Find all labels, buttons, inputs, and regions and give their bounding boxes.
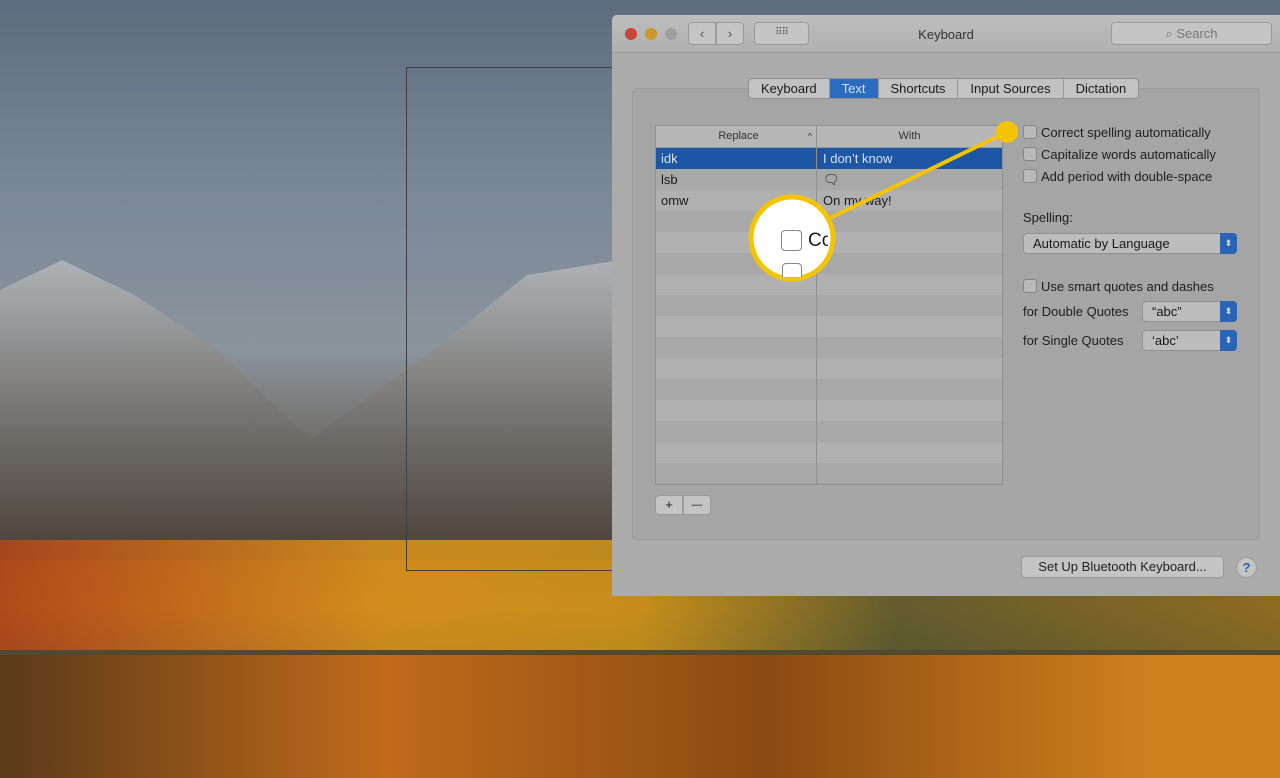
magnified-checkbox — [781, 230, 802, 251]
magnified-text: Co — [808, 230, 828, 251]
magnified-checkbox — [782, 263, 802, 277]
callout-line — [825, 130, 1008, 222]
callout-dot — [996, 121, 1018, 143]
callout-pointer — [748, 121, 1018, 282]
